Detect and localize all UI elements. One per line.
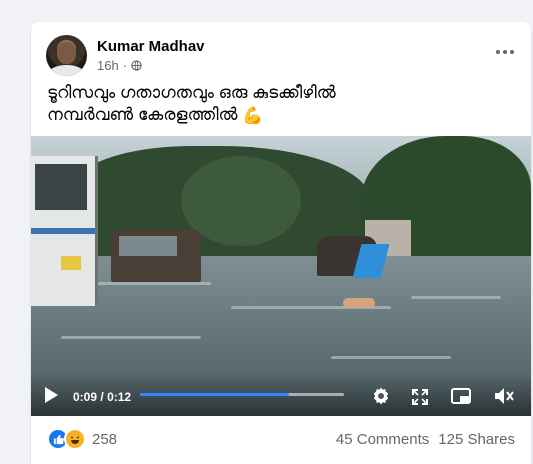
play-icon[interactable] [45, 387, 58, 403]
video-jeep [111, 230, 201, 282]
video-player[interactable]: 0:09 / 0:12 [31, 136, 531, 416]
video-progress-bar[interactable] [140, 393, 344, 396]
water-ripple [411, 296, 501, 299]
post-time[interactable]: 16h [97, 58, 119, 73]
more-options-button[interactable] [493, 42, 517, 62]
more-dot [510, 50, 514, 54]
caption-line-1: ടൂറിസവും ഗതാഗതവും ഒരു കുടക്കീഴിൽ [47, 83, 336, 102]
caption-line-2: നമ്പർവൺ കേരളത്തിൽ 💪 [47, 104, 517, 127]
avatar[interactable] [46, 35, 87, 76]
water-ripple [61, 336, 201, 339]
picture-in-picture-icon[interactable] [451, 388, 471, 406]
more-dot [503, 50, 507, 54]
time-separator: / [100, 390, 104, 404]
post-caption: ടൂറിസവും ഗതാഗതവും ഒരു കുടക്കീഴിൽ നമ്പർവൺ… [47, 82, 517, 127]
video-controls: 0:09 / 0:12 [31, 372, 531, 416]
gear-icon[interactable] [371, 386, 391, 406]
bus-stripe [31, 228, 95, 234]
caption-line-2-text: നമ്പർവൺ കേരളത്തിൽ [47, 105, 238, 124]
post-card: Kumar Madhav 16h · ടൂറിസവും ഗതാഗതവും ഒരു… [31, 22, 531, 464]
avatar-face [57, 42, 76, 64]
mute-icon[interactable] [493, 386, 515, 406]
engagement-stats: 45 Comments 125 Shares [336, 431, 515, 448]
post-header: Kumar Madhav 16h · [31, 22, 531, 82]
bus-window [35, 164, 87, 210]
post-footer: 258 45 Comments 125 Shares [31, 416, 531, 464]
globe-icon[interactable] [131, 60, 142, 71]
shares-count[interactable]: 125 Shares [438, 431, 515, 448]
current-time: 0:09 [73, 390, 98, 404]
avatar-shirt [49, 65, 84, 76]
video-time: 0:09 / 0:12 [73, 390, 131, 404]
flexed-biceps-emoji: 💪 [242, 105, 264, 125]
haha-icon [64, 428, 86, 450]
bus-plate [61, 256, 81, 270]
reaction-count[interactable]: 258 [92, 431, 117, 448]
duration: 0:12 [107, 390, 132, 404]
fullscreen-icon[interactable] [411, 388, 429, 406]
water-ripple [91, 282, 211, 285]
jeep-window [119, 236, 177, 256]
post-meta: 16h · [97, 58, 142, 73]
comments-count[interactable]: 45 Comments [336, 431, 429, 448]
author-name[interactable]: Kumar Madhav [97, 38, 205, 55]
reactions-summary[interactable]: 258 [47, 428, 117, 450]
water-ripple [331, 356, 451, 359]
more-dot [496, 50, 500, 54]
meta-separator: · [122, 58, 128, 73]
video-bus [31, 156, 98, 306]
video-swimmer [343, 298, 375, 308]
video-progress-fill [140, 393, 289, 396]
